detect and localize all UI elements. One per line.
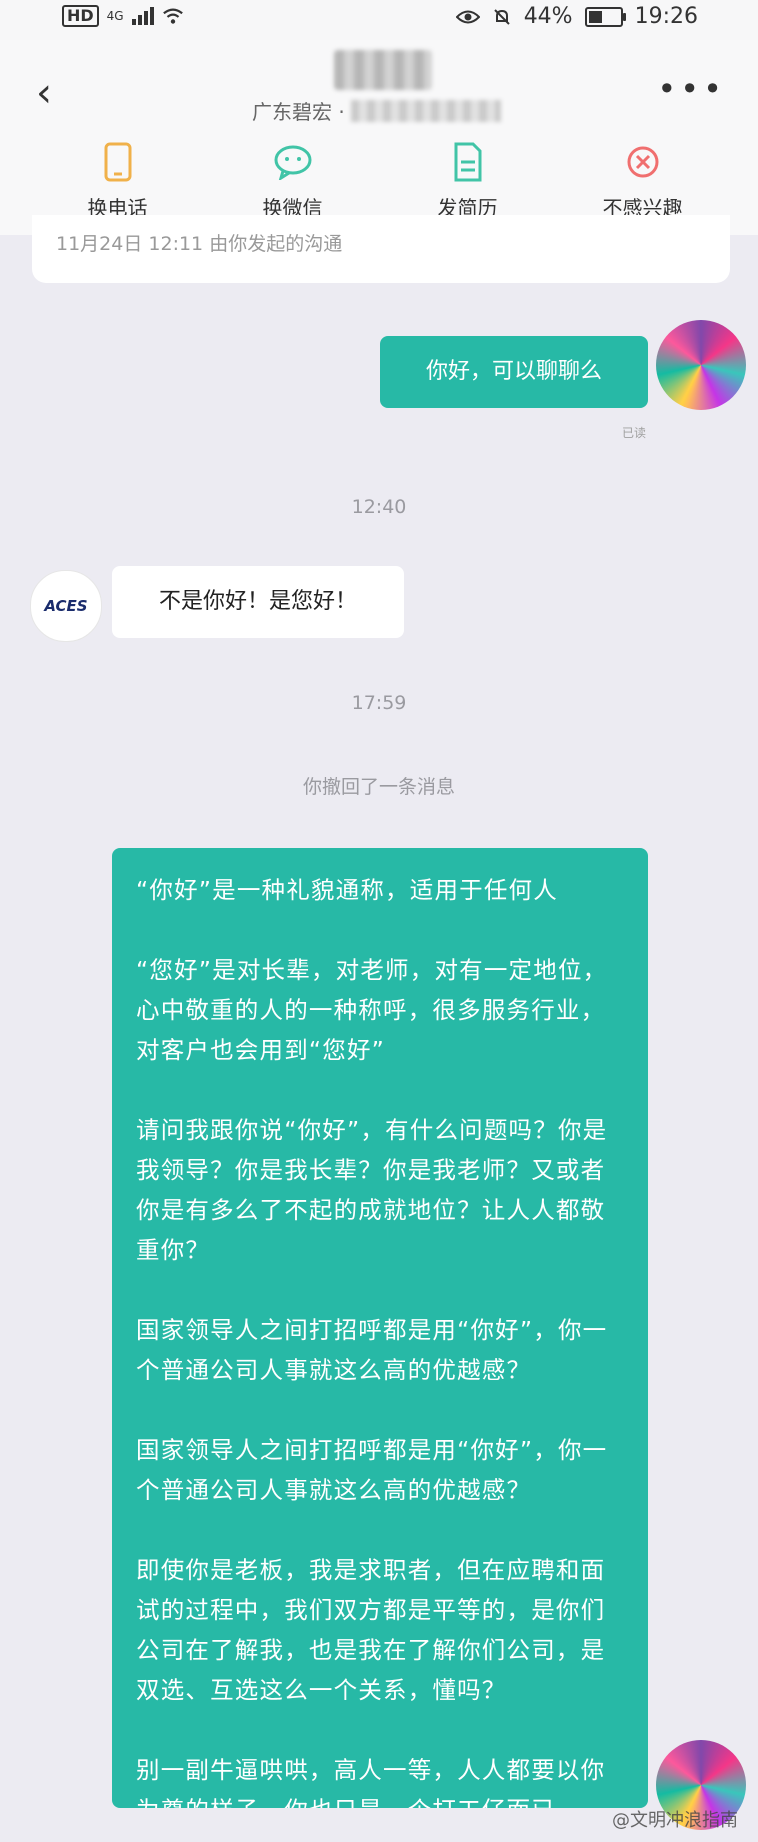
exchange-phone-button[interactable]: 换电话 xyxy=(30,140,205,221)
send-resume-button[interactable]: 发简历 xyxy=(380,140,555,221)
message-paragraph: 国家领导人之间打招呼都是用“你好”，你一个普通公司人事就这么高的优越感？ xyxy=(136,1316,608,1384)
conversation-start-text: 11月24日 12:11 由你发起的沟通 xyxy=(56,233,343,255)
eye-icon xyxy=(455,10,480,23)
chat-header: ‹ ••• 广东碧宏 · 换电话 换微信 发简历 不感兴趣 xyxy=(0,40,758,235)
mute-bell-icon xyxy=(493,8,510,25)
network-label: 4G xyxy=(106,9,124,23)
chat-page: HD 4G 44% 19:26 ‹ ••• 广东碧宏 · 换电话 换微信 发简历… xyxy=(0,0,758,1842)
not-interested-button[interactable]: 不感兴趣 xyxy=(555,140,730,221)
read-receipt: 已读 xyxy=(621,426,646,440)
message-bubble-incoming[interactable]: 不是你好！是您好！ xyxy=(112,566,404,638)
battery-icon xyxy=(584,6,626,27)
back-icon[interactable]: ‹ xyxy=(36,70,52,116)
close-circle-icon xyxy=(555,140,730,184)
clock: 19:26 xyxy=(634,4,698,29)
phone-icon xyxy=(30,140,205,184)
message-paragraph: 别一副牛逼哄哄，高人一等，人人都要以你为尊的样子，你也只是一个打工仔而已 xyxy=(136,1756,606,1808)
battery-fill xyxy=(588,10,602,23)
wifi-icon xyxy=(162,8,183,24)
conversation-info-card: 11月24日 12:11 由你发起的沟通 xyxy=(32,215,730,283)
action-bar: 换电话 换微信 发简历 不感兴趣 xyxy=(30,140,730,220)
battery-percent: 44% xyxy=(523,4,573,29)
recall-notice: 你撤回了一条消息 xyxy=(302,776,455,798)
message-paragraph: “您好”是对长辈，对老师，对有一定地位，心中敬重的人的一种称呼，很多服务行业，对… xyxy=(136,956,608,1064)
message-bubble-outgoing[interactable]: “你好”是一种礼貌通称，适用于任何人 “您好”是对长辈，对老师，对有一定地位，心… xyxy=(112,848,648,1808)
message-text: 你好，可以聊聊么 xyxy=(425,359,602,384)
resume-icon xyxy=(380,140,555,184)
signal-icon xyxy=(131,7,154,25)
wechat-icon xyxy=(205,140,380,184)
avatar[interactable]: ACES xyxy=(30,570,102,642)
avatar[interactable] xyxy=(656,320,746,410)
timestamp: 17:59 xyxy=(351,692,407,714)
blurred-contact-name xyxy=(334,50,432,90)
status-bar: HD 4G 44% 19:26 xyxy=(0,0,758,40)
message-paragraph: “你好”是一种礼貌通称，适用于任何人 xyxy=(136,876,558,904)
company-line: 广东碧宏 · xyxy=(252,96,501,125)
status-right: 44% 19:26 xyxy=(455,4,698,29)
message-bubble-outgoing[interactable]: 你好，可以聊聊么 xyxy=(380,336,648,408)
watermark: @文明冲浪指南 xyxy=(612,1810,738,1831)
message-paragraph: 国家领导人之间打招呼都是用“你好”，你一个普通公司人事就这么高的优越感？ xyxy=(136,1436,608,1504)
company-name: 广东碧宏 · xyxy=(252,100,345,124)
message-paragraph: 即使你是老板，我是求职者，但在应聘和面试的过程中，我们双方都是平等的，是你们公司… xyxy=(136,1556,606,1704)
status-left: HD 4G xyxy=(62,5,184,27)
more-options-icon[interactable]: ••• xyxy=(657,70,726,108)
avatar-logo-text: ACES xyxy=(44,597,88,615)
blurred-company-detail xyxy=(350,99,501,122)
message-paragraph: 请问我跟你说“你好”，有什么问题吗？你是我领导？你是我长辈？你是我老师？又或者你… xyxy=(136,1116,608,1264)
hd-badge: HD xyxy=(62,5,99,27)
timestamp: 12:40 xyxy=(351,496,407,518)
message-text: 不是你好！是您好！ xyxy=(158,589,357,614)
exchange-wechat-button[interactable]: 换微信 xyxy=(205,140,380,221)
